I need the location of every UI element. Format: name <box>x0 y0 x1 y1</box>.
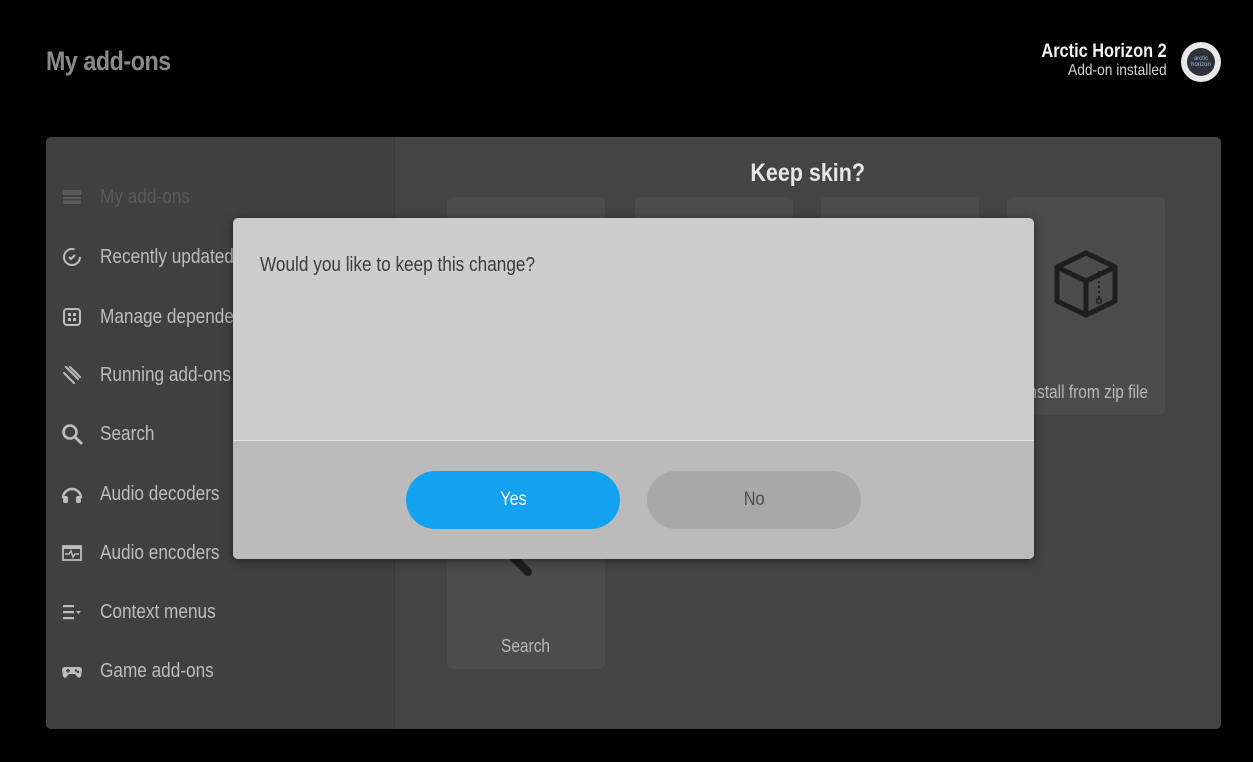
content-title: Keep skin? <box>750 159 865 187</box>
dialog-message: Would you like to keep this change? <box>260 254 536 276</box>
dependencies-icon <box>60 305 84 329</box>
waveform-icon <box>60 541 84 565</box>
notification-subtitle: Add-on installed <box>1068 62 1167 79</box>
sidebar-item-label: Recently updated <box>100 245 234 268</box>
search-icon <box>60 422 84 446</box>
tile-label: Search <box>501 636 551 656</box>
sidebar-item-my-addons[interactable]: My add-ons <box>46 177 394 217</box>
headphones-icon <box>60 482 84 506</box>
dialog-footer: Yes No <box>233 440 1034 559</box>
sidebar-item-label: My add-ons <box>100 185 190 208</box>
arctic-horizon-logo-icon: arctic horizon <box>1181 42 1221 82</box>
screen: My add-ons Arctic Horizon 2 Add-on insta… <box>0 0 1253 762</box>
running-icon <box>60 363 84 387</box>
sidebar-item-label: Audio decoders <box>100 482 220 505</box>
logo-text: arctic horizon <box>1187 48 1215 76</box>
sidebar-item-context-menus[interactable]: Context menus <box>46 592 394 632</box>
context-menu-icon <box>60 600 84 624</box>
sidebar-item-label: Context menus <box>100 600 216 623</box>
refresh-clock-icon <box>60 245 84 269</box>
sidebar-item-label: Running add-ons <box>100 363 232 386</box>
addons-box-icon <box>60 185 84 209</box>
sidebar-item-label: Search <box>100 422 155 445</box>
notification: Arctic Horizon 2 Add-on installed <box>1042 42 1167 80</box>
keep-skin-dialog: Would you like to keep this change? Yes … <box>233 218 1034 559</box>
gamepad-icon <box>60 659 84 683</box>
notification-title: Arctic Horizon 2 <box>1041 41 1167 62</box>
page-title: My add-ons <box>46 46 171 76</box>
sidebar-item-game-addons[interactable]: Game add-ons <box>46 651 394 691</box>
sidebar-item-label: Audio encoders <box>100 541 220 564</box>
sidebar-item-label: Game add-ons <box>100 659 214 682</box>
yes-button[interactable]: Yes <box>406 471 620 529</box>
no-button[interactable]: No <box>647 471 861 529</box>
zip-box-icon <box>1054 250 1118 318</box>
